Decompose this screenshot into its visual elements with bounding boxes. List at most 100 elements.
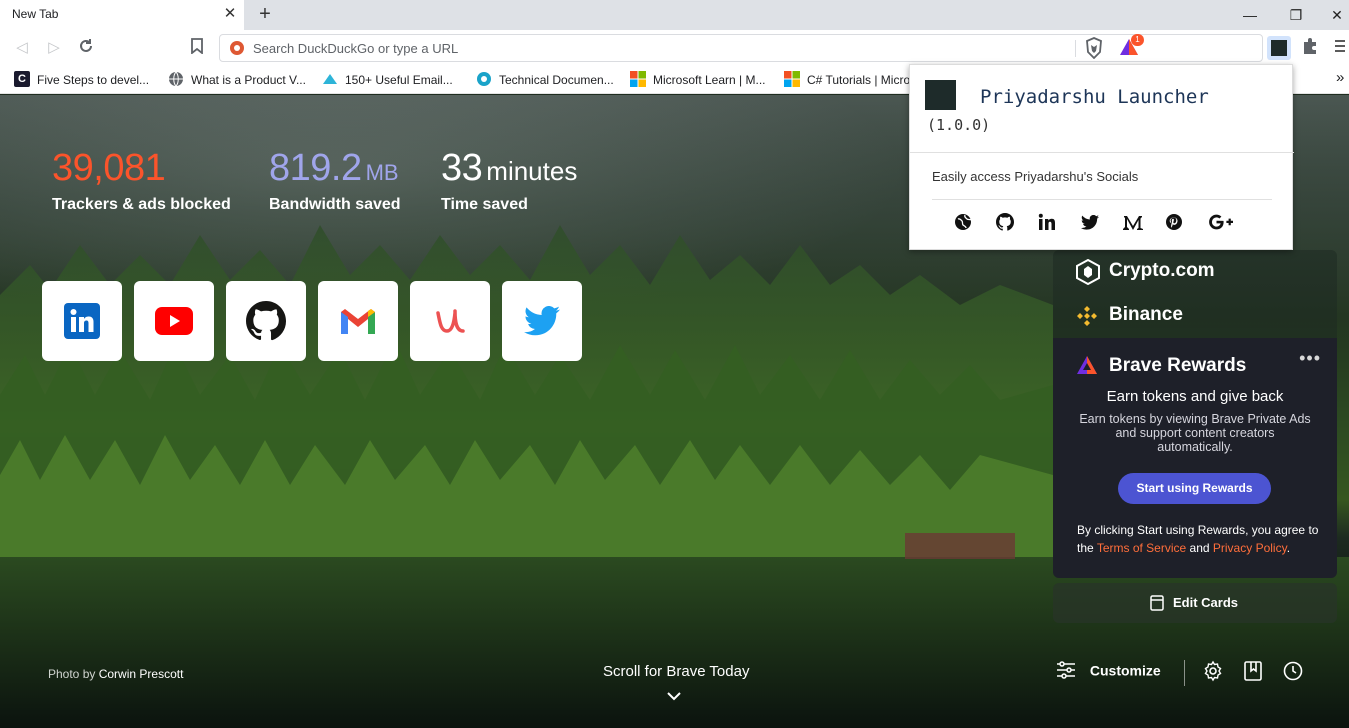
time-stat: 33 minutes Time saved	[441, 147, 577, 214]
menu-icon[interactable]	[1333, 36, 1349, 60]
popup-divider	[932, 199, 1272, 200]
start-using-rewards-button[interactable]: Start using Rewards	[1118, 473, 1271, 504]
time-label: Time saved	[441, 196, 528, 213]
crypto-com-card[interactable]: Crypto.com	[1053, 250, 1337, 294]
bookmark-item[interactable]: Microsoft Learn | M...	[630, 71, 765, 88]
top-site-linkedin[interactable]	[42, 281, 122, 361]
bookmarks-icon[interactable]	[1242, 660, 1264, 682]
globe-icon	[168, 71, 184, 87]
terms-of-service-link[interactable]: Terms of Service	[1097, 541, 1186, 555]
bookmark-item[interactable]: C# Tutorials | Micro	[784, 71, 910, 88]
bandwidth-value: 819.2	[269, 147, 362, 189]
bottom-divider	[1184, 660, 1185, 686]
bookmark-item[interactable]: C Five Steps to devel...	[14, 71, 149, 88]
rewards-badge: 1	[1131, 34, 1144, 46]
twitter-icon	[524, 306, 560, 336]
rewards-description: Earn tokens by viewing Brave Private Ads…	[1079, 412, 1311, 454]
photo-credit: Photo by Corwin Prescott	[48, 667, 183, 681]
bookmark-item[interactable]: Technical Documen...	[476, 72, 614, 88]
omnibox-divider	[1075, 40, 1076, 57]
back-icon[interactable]: ◁	[12, 38, 32, 58]
duckduckgo-icon	[230, 41, 244, 55]
binance-card[interactable]: Binance	[1053, 294, 1337, 338]
tab-strip: New Tab ✕ + — ❐ ✕	[0, 0, 1349, 30]
medium-icon[interactable]	[1122, 211, 1144, 233]
brave-rewards-card: Brave Rewards ••• Earn tokens and give b…	[1053, 338, 1337, 578]
history-icon[interactable]	[1282, 660, 1304, 682]
time-value: 33	[441, 147, 483, 189]
gmail-icon	[341, 309, 375, 334]
sliders-icon	[1057, 661, 1075, 680]
tab-title: New Tab	[12, 7, 59, 21]
legal-period: .	[1286, 541, 1291, 555]
top-site-gmail[interactable]	[318, 281, 398, 361]
binance-label: Binance	[1109, 304, 1183, 325]
chevron-down-icon[interactable]	[666, 691, 682, 701]
extensions-puzzle-icon[interactable]	[1300, 36, 1324, 60]
rewards-title: Brave Rewards	[1109, 355, 1247, 376]
github-icon	[246, 301, 286, 341]
tab-new-tab[interactable]: New Tab ✕	[0, 0, 244, 30]
customize-button[interactable]: Customize	[1056, 661, 1161, 680]
bookmarks-overflow-icon[interactable]: »	[1336, 69, 1344, 86]
udemy-icon	[436, 309, 465, 333]
trackers-label: Trackers & ads blocked	[52, 196, 231, 213]
new-tab-plus-icon[interactable]: +	[254, 3, 276, 26]
bookmark-item[interactable]: What is a Product V...	[168, 71, 306, 88]
top-site-twitter[interactable]	[502, 281, 582, 361]
restore-icon[interactable]: ❐	[1273, 0, 1319, 30]
website-globe-icon[interactable]	[952, 211, 974, 233]
edit-cards-button[interactable]: Edit Cards	[1053, 583, 1337, 623]
reload-icon[interactable]	[76, 38, 96, 58]
popup-description: Easily access Priyadarshu's Socials	[932, 169, 1139, 184]
brave-rewards-logo-icon	[1077, 356, 1097, 374]
crypto-com-icon	[1076, 259, 1100, 285]
top-site-github[interactable]	[226, 281, 306, 361]
google-plus-icon[interactable]	[1208, 211, 1234, 233]
twitter-icon[interactable]	[1079, 211, 1101, 233]
pinterest-icon[interactable]	[1163, 211, 1185, 233]
priyadarshu-launcher-extension-icon[interactable]	[1267, 36, 1291, 60]
c-logo-icon: C	[14, 71, 30, 87]
microsoft-logo-icon	[630, 71, 646, 87]
bandwidth-stat: 819.2 MB Bandwidth saved	[269, 147, 401, 214]
extension-popup: Priyadarshu Launcher (1.0.0) Easily acce…	[909, 64, 1294, 250]
github-icon[interactable]	[994, 211, 1016, 233]
priyadarshu-logo-icon	[925, 80, 956, 110]
popup-title: Priyadarshu Launcher	[980, 86, 1209, 108]
linkedin-icon[interactable]	[1036, 211, 1058, 233]
brave-rewards-icon[interactable]: 1	[1118, 34, 1144, 59]
toolbar: ◁ ▷ Search DuckDuckGo or type a URL 1	[0, 30, 1349, 66]
more-options-icon[interactable]: •••	[1299, 348, 1321, 369]
minimize-icon[interactable]: —	[1227, 0, 1273, 30]
binance-icon	[1077, 306, 1097, 326]
youtube-icon	[155, 307, 193, 335]
trackers-stat: 39,081 Trackers & ads blocked	[52, 147, 231, 214]
close-window-icon[interactable]: ✕	[1314, 0, 1349, 30]
rewards-subtitle: Earn tokens and give back	[1106, 388, 1284, 405]
bookmark-item[interactable]: 150+ Useful Email...	[322, 72, 453, 88]
photo-credit-author[interactable]: Corwin Prescott	[99, 667, 184, 681]
edit-cards-label: Edit Cards	[1173, 595, 1239, 610]
bookmark-page-icon[interactable]	[187, 38, 207, 58]
settings-gear-icon[interactable]	[1202, 660, 1224, 682]
tab-close-icon[interactable]: ✕	[222, 6, 238, 22]
rewards-legal-text: By clicking Start using Rewards, you agr…	[1077, 521, 1323, 557]
bandwidth-unit: MB	[365, 160, 399, 185]
scroll-for-brave-today[interactable]: Scroll for Brave Today	[603, 663, 749, 680]
forward-icon[interactable]: ▷	[44, 38, 64, 58]
privacy-policy-link[interactable]: Privacy Policy	[1213, 541, 1287, 555]
popup-version: (1.0.0)	[927, 116, 991, 134]
brave-shields-icon[interactable]	[1084, 37, 1106, 60]
photo-credit-prefix: Photo by	[48, 667, 96, 681]
popup-divider	[910, 152, 1294, 153]
crypto-com-label: Crypto.com	[1109, 260, 1215, 281]
top-site-youtube[interactable]	[134, 281, 214, 361]
customize-label: Customize	[1089, 662, 1161, 679]
address-bar[interactable]: Search DuckDuckGo or type a URL 1	[219, 34, 1263, 62]
address-bar-placeholder: Search DuckDuckGo or type a URL	[253, 41, 459, 56]
microsoft-logo-icon	[784, 71, 800, 87]
edit-cards-icon	[1150, 595, 1164, 611]
top-site-udemy[interactable]	[410, 281, 490, 361]
document360-icon	[476, 71, 492, 87]
